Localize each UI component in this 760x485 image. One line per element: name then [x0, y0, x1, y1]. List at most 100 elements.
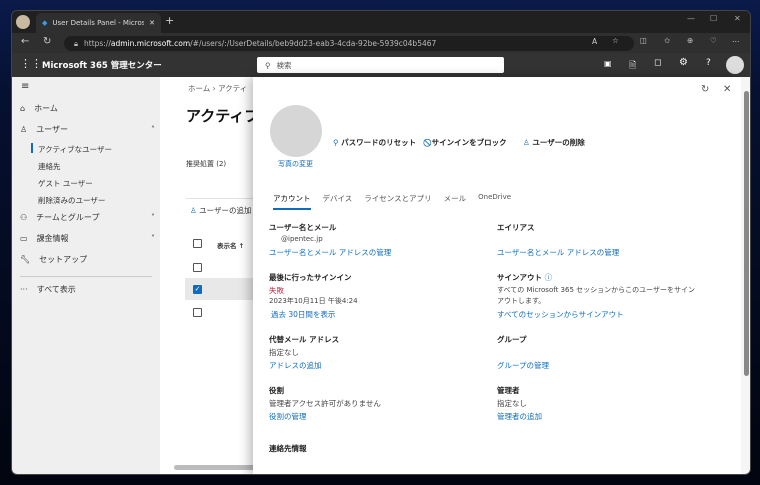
read-aloud-icon[interactable]: A — [592, 37, 597, 46]
chevron-up-icon: ˄ — [151, 125, 155, 134]
m365-header: ⋮⋮ Microsoft 365 管理センター ⚲ 検索 ▣ 🗎︎ ◻ ⚙ ? — [12, 53, 750, 77]
split-screen-icon[interactable]: ◫ — [640, 36, 647, 45]
app-title: Microsoft 365 管理センター — [42, 61, 162, 71]
close-icon[interactable]: ✕ — [723, 84, 731, 95]
sidebar-item-home[interactable]: ⌂ ホーム — [20, 103, 155, 114]
add-user-button[interactable]: ♙ ユーザーの追加 — [190, 205, 251, 216]
card-icon: ▭ — [20, 234, 28, 243]
sidebar-item-users[interactable]: ♙ ユーザー ˄ — [20, 124, 155, 135]
roles-value: 管理者アクセス許可がありません — [269, 399, 381, 408]
manage-username-link[interactable]: ユーザー名とメール アドレスの管理 — [269, 247, 391, 258]
manage-alias-link[interactable]: ユーザー名とメール アドレスの管理 — [497, 247, 619, 258]
signout-description: すべての Microsoft 365 セッションからこのユーザーをサイン — [497, 286, 695, 294]
browser-window: ◆ User Details Panel - Microsoft 3€ ✕ + … — [11, 10, 751, 475]
signout-all-sessions-link[interactable]: すべてのセッションからサインアウト — [497, 309, 624, 320]
manage-roles-link[interactable]: 役割の管理 — [269, 411, 307, 422]
home-icon: ⌂ — [20, 104, 26, 113]
refresh-icon[interactable]: ↻ — [701, 84, 709, 95]
sidebar-item-billing[interactable]: ▭ 課金情報 ˅ — [20, 233, 155, 244]
tab-bar: ◆ User Details Panel - Microsoft 3€ ✕ + … — [12, 11, 750, 33]
ellipsis-icon: ··· — [20, 285, 28, 294]
add-manager-link[interactable]: 管理者の追加 — [497, 411, 542, 422]
document-icon[interactable]: 🗎︎ — [629, 58, 636, 74]
alt-email-label: 代替メール アドレス — [269, 335, 340, 344]
address-bar-row: ← ↻ 🔒︎ https://admin.microsoft.com/#/use… — [12, 33, 750, 53]
scrollbar-thumb[interactable] — [744, 91, 749, 376]
help-icon[interactable]: ? — [706, 58, 711, 68]
alias-label: エイリアス — [497, 223, 535, 232]
username-label: ユーザー名とメール — [269, 223, 337, 232]
close-window-icon[interactable]: ✕ — [734, 14, 741, 23]
hamburger-icon[interactable]: ≡ — [21, 81, 29, 92]
chevron-down-icon: ˅ — [151, 234, 155, 243]
row-checkbox-checked[interactable]: ✓ — [193, 285, 202, 294]
delete-user-button[interactable]: ♙ ユーザーの削除 — [523, 137, 585, 148]
profile-avatar[interactable] — [16, 15, 30, 29]
person-icon: ♙ — [20, 125, 28, 134]
minimize-icon[interactable]: — — [687, 14, 695, 23]
last-signin-label: 最後に行ったサインイン — [269, 273, 352, 282]
close-tab-icon[interactable]: ✕ — [149, 19, 155, 27]
username-value: @ipentec.jp — [281, 235, 323, 243]
row-checkbox[interactable] — [193, 308, 202, 317]
divider — [20, 276, 152, 277]
extension-icon[interactable]: ♡ — [710, 36, 717, 45]
tab-list: アカウント デバイス ライセンスとアプリ メール OneDrive — [273, 193, 511, 210]
alt-email-value: 指定なし — [269, 348, 299, 357]
info-icon[interactable]: ⓘ — [545, 273, 553, 282]
shell-icon[interactable]: ▣ — [604, 59, 612, 68]
select-all-checkbox[interactable] — [193, 239, 202, 248]
new-tab-icon[interactable]: + — [165, 14, 174, 27]
signout-description-2: アウトします。 — [497, 297, 546, 305]
column-header-display-name[interactable]: 表示名 ↑ — [217, 240, 244, 250]
recommended-actions[interactable]: 推奨処置 (2) — [186, 159, 226, 169]
browser-tab[interactable]: ◆ User Details Panel - Microsoft 3€ ✕ — [36, 13, 161, 33]
sidebar-item-deleted-users[interactable]: 削除済みのユーザー — [38, 195, 105, 206]
azure-favicon-icon: ◆ — [42, 19, 48, 27]
sidebar-item-setup[interactable]: 🔧︎ セットアップ — [20, 254, 155, 265]
row-checkbox[interactable] — [193, 263, 202, 272]
app-launcher-icon[interactable]: ⋮⋮ — [20, 57, 42, 70]
view-30-days-link[interactable]: 過去 30日間を表示 — [271, 309, 335, 320]
reset-password-button[interactable]: ⚲ パスワードのリセット — [333, 137, 416, 148]
tab-licenses-apps[interactable]: ライセンスとアプリ — [364, 193, 431, 210]
key-icon: ⚲ — [333, 138, 339, 147]
sidebar-item-show-all[interactable]: ··· すべて表示 — [20, 284, 155, 295]
tab-onedrive[interactable]: OneDrive — [478, 193, 511, 210]
manage-groups-link[interactable]: グループの管理 — [497, 360, 549, 371]
sidebar-item-contacts[interactable]: 連絡先 — [38, 161, 61, 172]
vertical-scrollbar[interactable] — [741, 77, 750, 474]
sidebar-item-teams-groups[interactable]: ⚇ チームとグループ ˅ — [20, 212, 155, 223]
teams-icon: ⚇ — [20, 213, 28, 222]
contact-info-label: 連絡先情報 — [269, 444, 307, 453]
avatar[interactable] — [726, 56, 744, 74]
change-photo-link[interactable]: 写真の変更 — [278, 159, 313, 169]
breadcrumb: ホーム › アクティ — [188, 84, 248, 93]
gear-icon[interactable]: ⚙ — [679, 57, 688, 68]
lock-icon: 🔒︎ — [74, 38, 78, 48]
maximize-icon[interactable]: ☐ — [710, 14, 717, 23]
favorite-icon[interactable]: ☆ — [612, 36, 619, 45]
search-icon: ⚲ — [265, 60, 271, 70]
user-details-panel: ↻ ✕ 写真の変更 ⚲ パスワードのリセット ⃠ サインインをブロック ♙ ユー… — [253, 77, 741, 474]
url-field[interactable]: 🔒︎ https://admin.microsoft.com/#/users/:… — [64, 36, 634, 51]
manager-label: 管理者 — [497, 386, 520, 395]
refresh-icon[interactable]: ↻ — [43, 36, 51, 47]
signout-label: サインアウト ⓘ — [497, 273, 553, 282]
collections-icon[interactable]: ⊕ — [687, 36, 693, 45]
search-input[interactable]: ⚲ 検索 — [257, 57, 504, 73]
block-signin-button[interactable]: ⃠ サインインをブロック — [429, 137, 507, 148]
back-icon[interactable]: ← — [21, 36, 29, 47]
favorites-icon[interactable]: ✩ — [664, 36, 670, 45]
tab-account[interactable]: アカウント — [273, 193, 311, 210]
tab-mail[interactable]: メール — [444, 193, 467, 210]
sidebar-item-guest-users[interactable]: ゲスト ユーザー — [38, 178, 93, 189]
divider — [186, 198, 256, 199]
chevron-down-icon: ˅ — [151, 213, 155, 222]
bell-icon[interactable]: ◻ — [654, 58, 661, 68]
sidebar-item-active-users[interactable]: アクティブなユーザー — [38, 144, 112, 155]
more-icon[interactable]: … — [732, 35, 740, 44]
horizontal-scrollbar[interactable] — [174, 465, 260, 470]
tab-devices[interactable]: デバイス — [323, 193, 353, 210]
add-address-link[interactable]: アドレスの追加 — [269, 360, 322, 371]
